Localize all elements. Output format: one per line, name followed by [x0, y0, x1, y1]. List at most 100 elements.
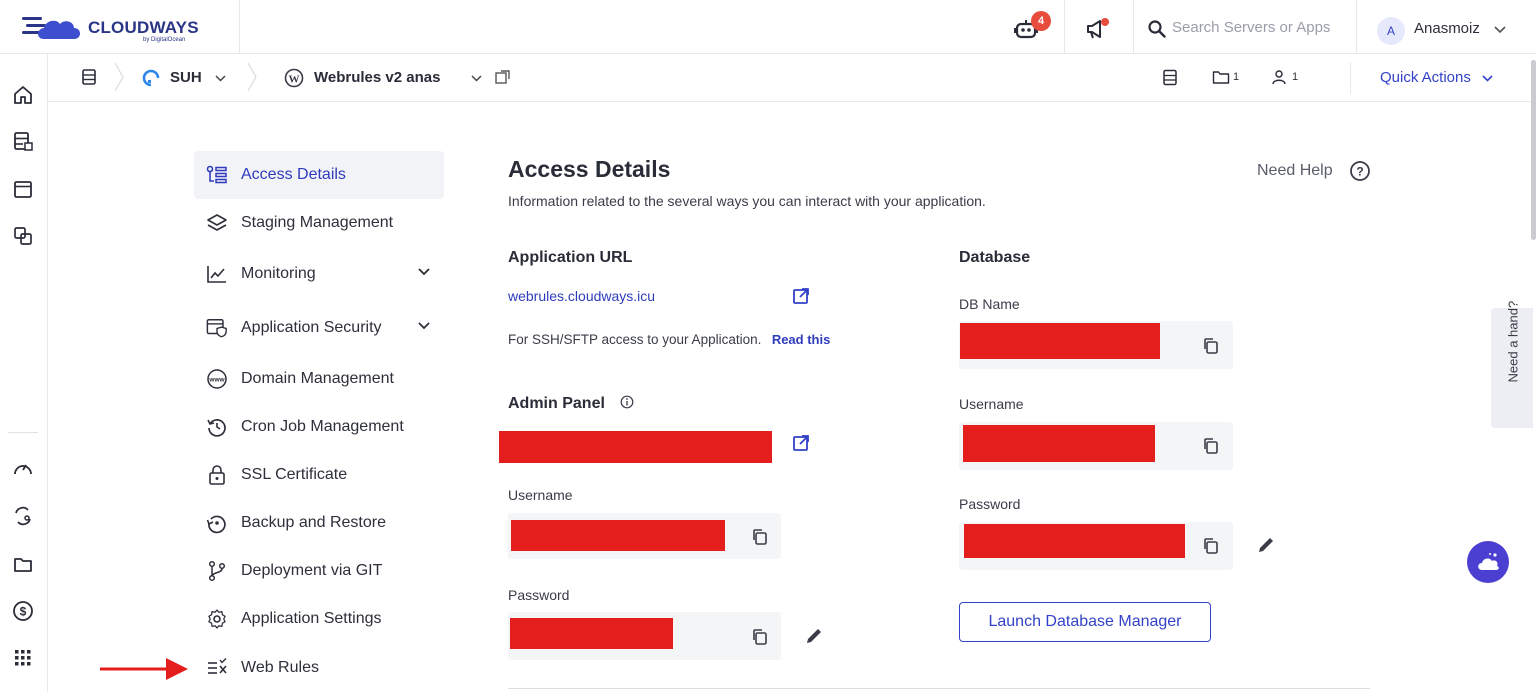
- logo[interactable]: CLOUDWAYS by DigitalOcean: [0, 0, 240, 54]
- scrollbar[interactable]: [1531, 60, 1536, 240]
- server-list-icon[interactable]: [80, 68, 98, 86]
- breadcrumb: [48, 54, 1536, 102]
- admin-password-redacted: [510, 618, 673, 649]
- sidebar-item-deployment-via-git[interactable]: Deployment via GIT: [194, 547, 444, 595]
- brand-sub: by DigitalOcean: [143, 37, 186, 43]
- db-password-label: Password: [959, 496, 1021, 512]
- app-name: Webrules v2 anas: [314, 69, 441, 86]
- admin-username-redacted: [511, 520, 725, 551]
- need-help-label: Need Help: [1257, 162, 1333, 179]
- sidebar-item-cron-job-management[interactable]: Cron Job Management: [194, 403, 444, 451]
- application-url-title: Application URL: [508, 249, 633, 266]
- sidebar-item-staging-management[interactable]: Staging Management: [194, 199, 444, 247]
- team-sync-icon[interactable]: [10, 503, 36, 529]
- servers-icon[interactable]: [10, 128, 36, 154]
- server-details-icon[interactable]: [1162, 69, 1178, 86]
- edit-pencil-icon[interactable]: [804, 626, 824, 646]
- chevron-down-icon: [418, 268, 430, 276]
- admin-url-redacted: [499, 431, 772, 463]
- brand-name: CLOUDWAYS: [88, 18, 199, 37]
- billing-icon[interactable]: $: [10, 598, 36, 624]
- admin-password-label: Password: [508, 587, 570, 603]
- cloudways-logo-icon: [22, 17, 80, 39]
- copy-icon[interactable]: [1202, 337, 1220, 355]
- sidebar-item-web-rules[interactable]: Web Rules: [194, 644, 444, 692]
- apps-grid-icon[interactable]: [10, 645, 36, 671]
- search-icon[interactable]: [1148, 20, 1166, 38]
- external-link-icon[interactable]: [792, 287, 810, 305]
- chevron-down-icon[interactable]: [1482, 75, 1493, 82]
- layers-icon: [206, 212, 228, 234]
- admin-username-label: Username: [508, 487, 573, 503]
- breadcrumb-separator-icon: [114, 62, 124, 92]
- sidebar-item-access-details[interactable]: Access Details: [194, 151, 444, 199]
- admin-panel-heading: Admin Panel: [508, 395, 605, 413]
- svg-text:www: www: [208, 377, 225, 384]
- sidebar-item-application-security[interactable]: Application Security: [194, 304, 444, 352]
- chevron-down-icon: [215, 75, 226, 82]
- annotation-arrow-icon: [100, 658, 188, 680]
- server-name: SUH: [170, 69, 202, 86]
- lock-icon: [206, 464, 228, 486]
- chevron-down-icon: [471, 75, 482, 82]
- users-count: 1: [1292, 71, 1299, 83]
- copy-icon[interactable]: [751, 628, 769, 646]
- sidebar-item-label: Monitoring: [241, 265, 316, 282]
- search-input[interactable]: [1172, 19, 1347, 36]
- sidebar-item-label: Application Security: [241, 319, 382, 336]
- rules-icon: [206, 657, 228, 679]
- sidebar-item-label: Application Settings: [241, 610, 382, 627]
- breadcrumb-separator-icon: [247, 62, 257, 92]
- open-app-icon[interactable]: [494, 69, 511, 86]
- sidebar-item-label: Access Details: [241, 166, 346, 183]
- folder-count: 1: [1233, 71, 1240, 83]
- sidebar-item-monitoring[interactable]: Monitoring: [194, 250, 444, 298]
- support-bot-button[interactable]: [1467, 541, 1509, 583]
- quick-actions-button[interactable]: Quick Actions: [1380, 69, 1471, 86]
- sidebar-item-label: SSL Certificate: [241, 466, 348, 483]
- page-subtitle: Information related to the several ways …: [508, 193, 986, 209]
- sidebar-item-label: Cron Job Management: [241, 418, 404, 435]
- monitoring-gauge-icon[interactable]: [10, 455, 36, 481]
- need-a-hand-label: Need a hand?: [1505, 300, 1521, 383]
- application-url-link[interactable]: webrules.cloudways.icu: [508, 288, 655, 304]
- applications-icon[interactable]: [10, 176, 36, 202]
- sidebar-item-ssl-certificate[interactable]: SSL Certificate: [194, 451, 444, 499]
- user-icon: [1272, 70, 1286, 85]
- db-name-redacted: [960, 323, 1160, 359]
- access-details-icon: [206, 164, 228, 186]
- info-icon[interactable]: [620, 395, 634, 409]
- divider: [508, 688, 1370, 689]
- sidebar-item-application-settings[interactable]: Application Settings: [194, 595, 444, 643]
- ssh-info-text: For SSH/SFTP access to your Application.: [508, 332, 762, 347]
- launch-database-manager-button[interactable]: Launch Database Manager: [959, 602, 1211, 642]
- sidebar-item-domain-management[interactable]: www Domain Management: [194, 355, 444, 403]
- external-link-icon[interactable]: [792, 434, 810, 452]
- notification-badge: 4: [1031, 11, 1051, 31]
- edit-pencil-icon[interactable]: [1256, 535, 1276, 555]
- wordpress-icon: W: [284, 68, 304, 88]
- svg-text:?: ?: [1356, 165, 1363, 179]
- history-icon: [206, 416, 228, 438]
- db-username-label: Username: [959, 396, 1024, 412]
- chevron-down-icon[interactable]: [1494, 26, 1506, 34]
- folder-icon[interactable]: [10, 551, 36, 577]
- avatar[interactable]: A: [1377, 17, 1405, 45]
- projects-icon[interactable]: [10, 223, 36, 249]
- home-icon[interactable]: [10, 82, 36, 108]
- read-this-link[interactable]: Read this: [772, 332, 831, 347]
- cloud-bot-icon: [1478, 553, 1499, 570]
- copy-icon[interactable]: [1202, 437, 1220, 455]
- sidebar-item-label: Deployment via GIT: [241, 562, 383, 579]
- sidebar-item-backup-and-restore[interactable]: Backup and Restore: [194, 499, 444, 547]
- user-name[interactable]: Anasmoiz: [1414, 20, 1480, 37]
- announcements-button[interactable]: [1085, 18, 1109, 40]
- chevron-down-icon: [418, 322, 430, 330]
- shield-window-icon: [206, 317, 228, 339]
- ssh-info: For SSH/SFTP access to your Application.…: [508, 331, 830, 349]
- copy-icon[interactable]: [751, 528, 769, 546]
- git-branch-icon: [206, 560, 228, 582]
- copy-icon[interactable]: [1202, 537, 1220, 555]
- db-username-redacted: [963, 425, 1155, 462]
- page-title: Access Details: [508, 156, 671, 182]
